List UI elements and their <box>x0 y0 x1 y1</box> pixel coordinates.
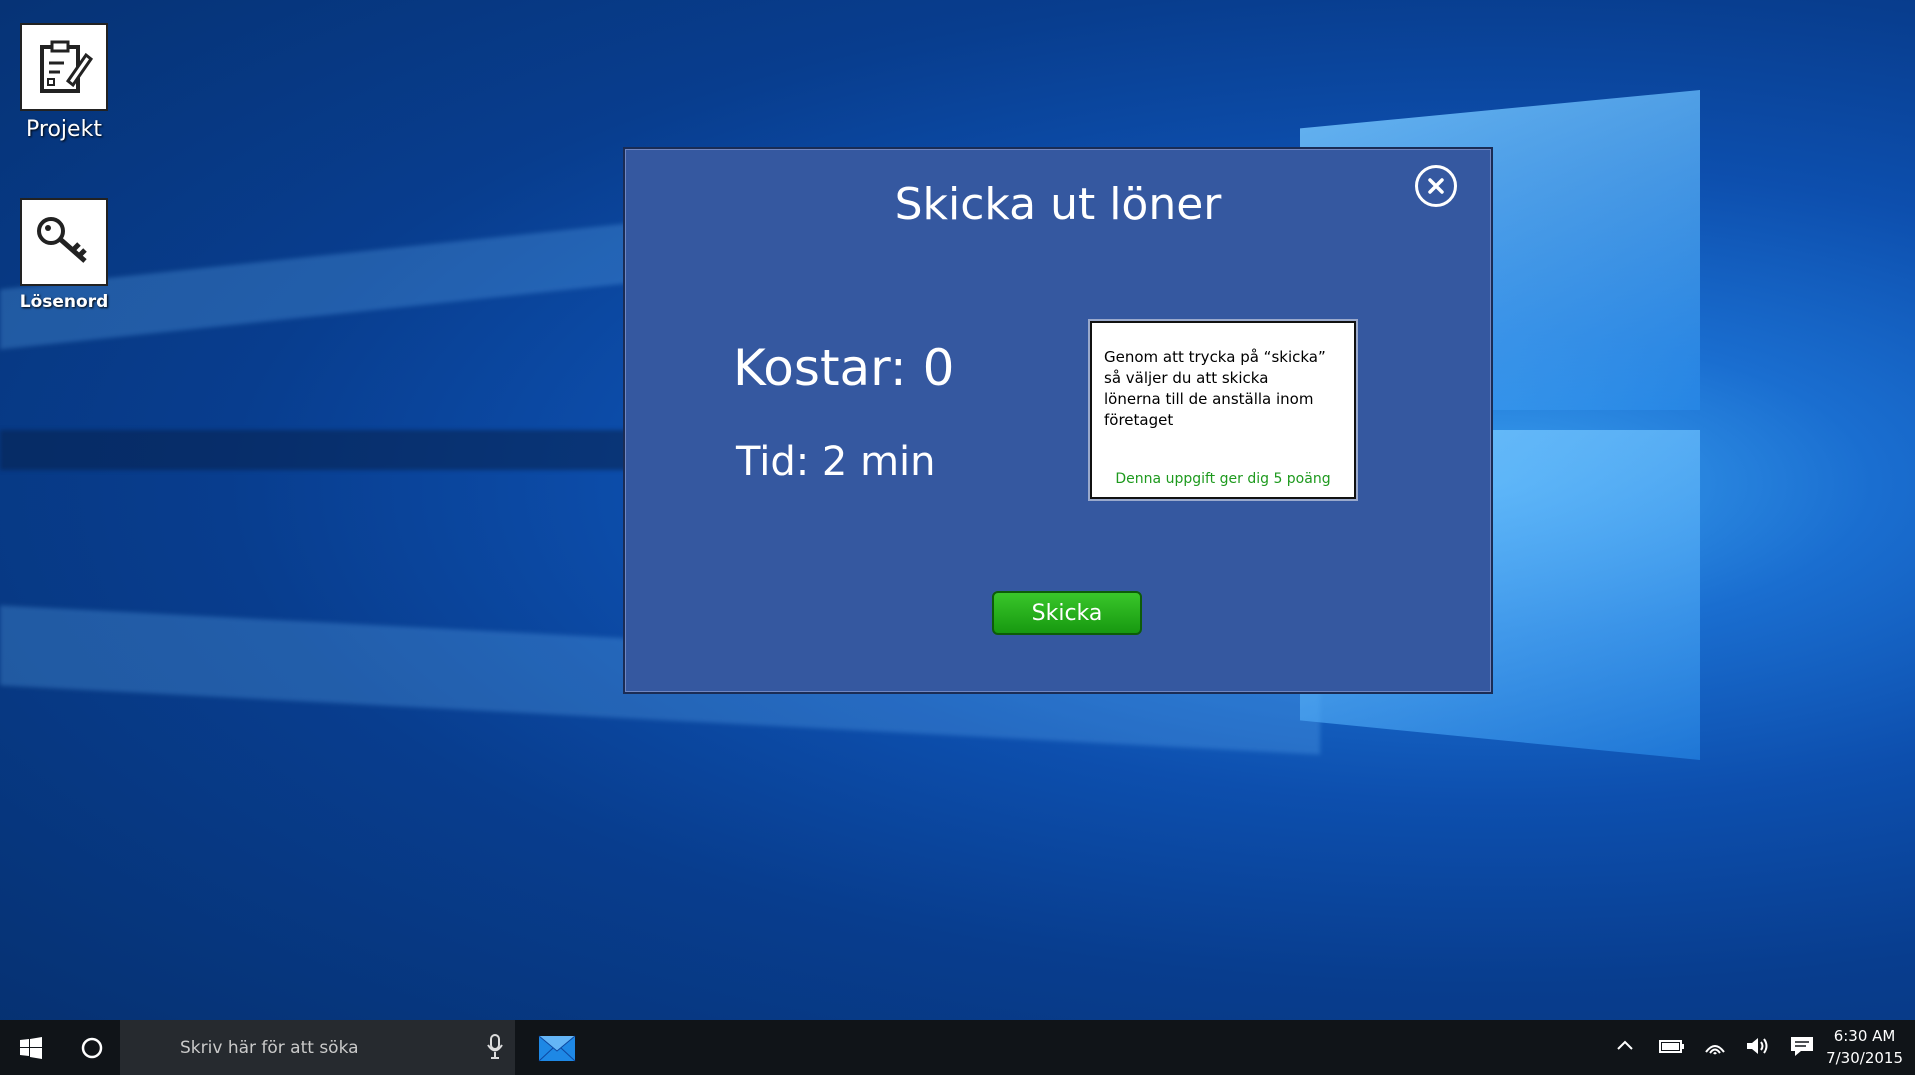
taskbar: Skriv här för att söka 6:30 AM 7/30/2015 <box>0 1020 1915 1075</box>
notification-icon[interactable] <box>1789 1034 1815 1062</box>
clock-date: 7/30/2015 <box>1826 1049 1903 1067</box>
chevron-up-icon[interactable] <box>1615 1034 1635 1062</box>
windows-start-icon <box>20 1036 42 1059</box>
wifi-icon[interactable] <box>1703 1034 1727 1062</box>
dialog-title: Skicka ut löner <box>894 179 1222 230</box>
search-placeholder: Skriv här för att söka <box>180 1038 359 1058</box>
desktop-icon-projekt[interactable]: Projekt <box>9 23 119 142</box>
info-points: Denna uppgift ger dig 5 poäng <box>1115 471 1331 487</box>
send-button[interactable]: Skicka <box>992 591 1142 635</box>
desktop-icon-label: Projekt <box>26 117 102 142</box>
cortana-button[interactable] <box>64 1020 120 1075</box>
info-description: Genom att trycka på “skicka” så väljer d… <box>1104 348 1326 429</box>
taskbar-search-box[interactable]: Skriv här för att söka <box>120 1020 515 1075</box>
info-box: Genom att trycka på “skicka” så väljer d… <box>1090 321 1356 499</box>
desktop-icon-losenord[interactable]: Lösenord <box>9 198 119 312</box>
time-text: Tid: 2 min <box>736 439 936 485</box>
clock-time: 6:30 AM <box>1833 1027 1896 1045</box>
taskbar-clock[interactable]: 6:30 AM 7/30/2015 <box>1826 1025 1903 1069</box>
system-tray: 6:30 AM 7/30/2015 <box>1615 1020 1915 1075</box>
cost-text: Kostar: 0 <box>733 339 955 397</box>
clipboard-icon <box>20 23 108 111</box>
desktop-icon-label: Lösenord <box>19 292 109 312</box>
battery-icon[interactable] <box>1659 1034 1685 1062</box>
close-button[interactable] <box>1415 165 1457 207</box>
close-icon <box>1428 178 1444 194</box>
microphone-icon[interactable] <box>487 1034 503 1064</box>
task-dialog: Skicka ut löner Kostar: 0 Tid: 2 min Gen… <box>623 147 1493 694</box>
volume-icon[interactable] <box>1745 1034 1771 1062</box>
key-icon <box>20 198 108 286</box>
cortana-circle-icon <box>81 1037 103 1058</box>
mail-app-icon[interactable] <box>538 1031 576 1067</box>
start-button[interactable] <box>0 1020 62 1075</box>
